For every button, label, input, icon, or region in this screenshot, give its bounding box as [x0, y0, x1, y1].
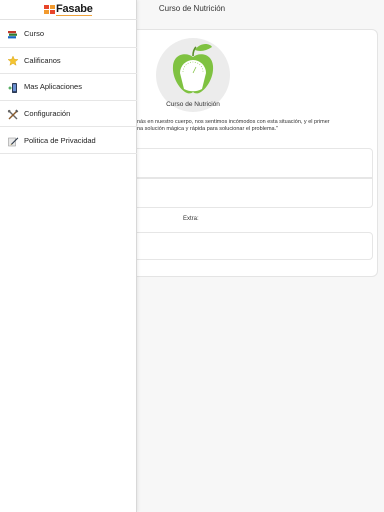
- logo-caption: Curso de Nutrición: [166, 101, 220, 108]
- course-card: Curso de Nutrición nás en nuestro cuerpo…: [100, 29, 378, 277]
- extra-label: Extra:: [183, 216, 199, 222]
- menu-item-politica-de-privacidad[interactable]: Politica de Privacidad: [0, 127, 137, 154]
- brand-header: Fasabe: [0, 0, 137, 20]
- page-title: Curso de Nutrición: [158, 4, 226, 13]
- content-row[interactable]: [101, 178, 373, 208]
- app-window: Curso de Nutrición Curso de Nutrición ná…: [0, 0, 384, 512]
- description-line-2: na solución mágica y rápida para solucio…: [137, 126, 279, 132]
- menu-label: Configuración: [24, 109, 71, 119]
- policy-pen-icon: [7, 134, 19, 147]
- menu-item-mas-aplicaciones[interactable]: Mas Aplicaciones: [0, 74, 137, 101]
- star-icon: [7, 54, 19, 67]
- brand-name: Fasabe: [56, 3, 93, 15]
- menu-item-calificanos[interactable]: Calificanos: [0, 48, 137, 75]
- menu-label: Politica de Privacidad: [24, 135, 96, 145]
- content-row[interactable]: [101, 148, 373, 178]
- menu-label: Mas Aplicaciones: [24, 82, 82, 92]
- course-logo: Curso de Nutrición: [156, 38, 230, 112]
- brand-underline: [56, 15, 92, 16]
- add-app-icon: [7, 81, 19, 93]
- menu-item-configuracion[interactable]: Configuración: [0, 101, 137, 128]
- extra-row[interactable]: [101, 232, 373, 260]
- books-icon: [7, 28, 19, 40]
- menu-label: Curso: [24, 29, 45, 39]
- menu-item-curso[interactable]: Curso: [0, 21, 137, 48]
- brand-logo-icon: [44, 5, 55, 15]
- tools-icon: [7, 108, 19, 120]
- description-line-1: nás en nuestro cuerpo, nos sentimos incó…: [137, 119, 330, 125]
- drawer-menu: Curso Calificanos Mas Aplicaciones Confi…: [0, 21, 137, 154]
- menu-label: Calificanos: [24, 55, 61, 65]
- navigation-drawer: Fasabe Curso Calificanos Mas Aplicacione…: [0, 0, 137, 512]
